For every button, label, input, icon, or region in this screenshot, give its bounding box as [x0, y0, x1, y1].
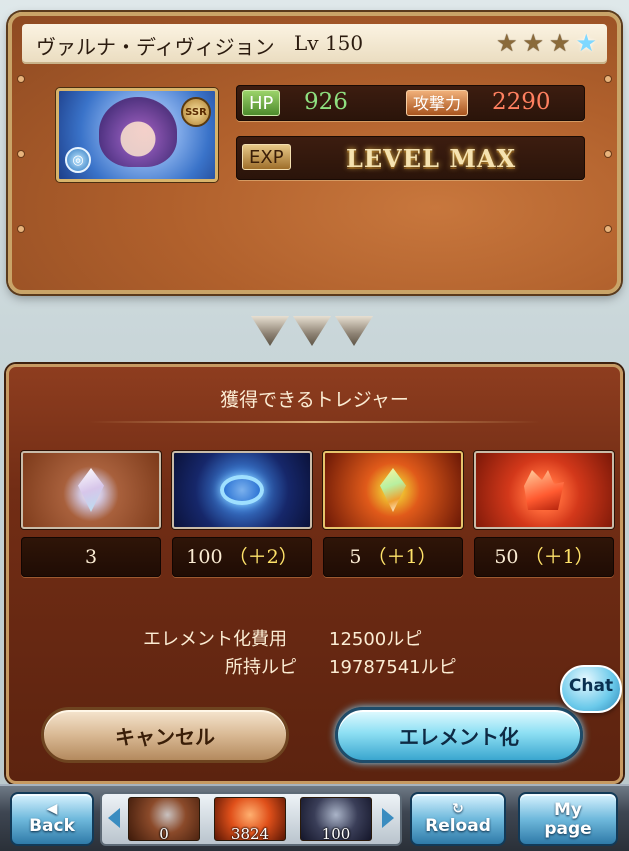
star-icon: ★ — [495, 29, 518, 57]
star-icon: ★ — [522, 29, 544, 57]
anima-icon[interactable] — [172, 451, 312, 529]
elementize-button[interactable]: エレメント化 — [335, 707, 583, 763]
rivet — [18, 151, 24, 157]
back-arrow-icon: ◀ — [46, 801, 58, 817]
mypage-label-line1: My — [554, 800, 582, 820]
prism-crystal-icon[interactable] — [323, 451, 463, 529]
treasure-item: 3 — [21, 451, 161, 577]
treasure-item: 50 （＋1） — [474, 451, 614, 577]
star-icon: ★ — [548, 29, 571, 57]
chat-button[interactable]: Chat — [560, 665, 622, 713]
character-portrait[interactable]: SSR ◎ — [56, 88, 218, 182]
mypage-label-line2: page — [544, 819, 592, 839]
rivet — [18, 76, 24, 82]
back-button[interactable]: ◀ Back — [10, 792, 94, 846]
uncap-stars: ★ ★ ★ ★ — [496, 31, 597, 55]
treasure-list: 3 100 （＋2） 5 （＋1） 50 （＋1） — [21, 451, 614, 577]
cost-value: 12500ルピ — [329, 629, 423, 650]
character-level: Lv 150 — [294, 31, 364, 55]
quartz-crystal-icon[interactable] — [21, 451, 161, 529]
rivet — [605, 76, 611, 82]
mypage-button[interactable]: My page — [518, 792, 618, 846]
back-label: Back — [29, 816, 75, 836]
down-arrow-icon — [335, 316, 373, 346]
star-blue-icon: ★ — [575, 29, 597, 57]
reload-icon: ↻ — [452, 801, 464, 817]
exp-row: EXP LEVEL MAX — [236, 136, 585, 180]
exp-label: EXP — [242, 144, 291, 170]
reload-button[interactable]: ↻ Reload — [410, 792, 506, 846]
resource-2-icon[interactable]: 3824 — [214, 797, 286, 841]
treasure-count: 50 （＋1） — [474, 537, 614, 577]
tray-right-arrow-icon[interactable] — [382, 808, 394, 828]
hp-label: HP — [242, 90, 281, 116]
panel-title: 獲得できるトレジャー — [220, 389, 409, 411]
ssr-badge: SSR — [181, 97, 211, 127]
owned-rupie-value: 19787541ルピ — [329, 657, 457, 678]
fire-quartz-icon[interactable] — [474, 451, 614, 529]
cancel-button[interactable]: キャンセル — [41, 707, 289, 763]
treasure-item: 100 （＋2） — [172, 451, 312, 577]
atk-label: 攻撃力 — [406, 90, 469, 116]
atk-value: 2290 — [492, 89, 551, 115]
water-element-icon: ◎ — [65, 147, 91, 173]
treasure-item: 5 （＋1） — [323, 451, 463, 577]
character-name: ヴァルナ・ディヴィジョン — [36, 35, 275, 59]
resource-1-icon[interactable]: 0 — [128, 797, 200, 841]
resource-tray: 0 3824 100 — [100, 792, 402, 846]
rivet — [605, 151, 611, 157]
reload-label: Reload — [425, 816, 491, 836]
treasure-count: 100 （＋2） — [172, 537, 312, 577]
divider — [89, 421, 540, 423]
rivet — [605, 226, 611, 232]
down-arrows — [251, 316, 373, 346]
level-max-text: LEVEL MAX — [346, 144, 517, 173]
treasure-count: 3 — [21, 537, 161, 577]
character-title-bar: ヴァルナ・ディヴィジョン Lv 150 ★ ★ ★ ★ — [22, 24, 607, 64]
rivet — [18, 226, 24, 232]
down-arrow-icon — [293, 316, 331, 346]
treasure-panel: 獲得できるトレジャー 3 100 （＋2） 5 （＋1） 50 （＋1） エレメ… — [6, 364, 623, 784]
down-arrow-icon — [251, 316, 289, 346]
tray-left-arrow-icon[interactable] — [108, 808, 120, 828]
portrait-art — [99, 97, 177, 167]
stat-row: HP 926 攻撃力 2290 — [236, 85, 585, 121]
hp-value: 926 — [304, 89, 348, 115]
treasure-count: 5 （＋1） — [323, 537, 463, 577]
bottom-bar: ◀ Back 0 3824 100 ↻ Reload My page — [0, 784, 629, 851]
resource-3-icon[interactable]: 100 — [300, 797, 372, 841]
owned-rupie-label: 所持ルピ — [225, 657, 297, 678]
character-card: ヴァルナ・ディヴィジョン Lv 150 ★ ★ ★ ★ SSR ◎ HP 926… — [8, 12, 621, 294]
cost-label: エレメント化費用 — [143, 629, 287, 650]
